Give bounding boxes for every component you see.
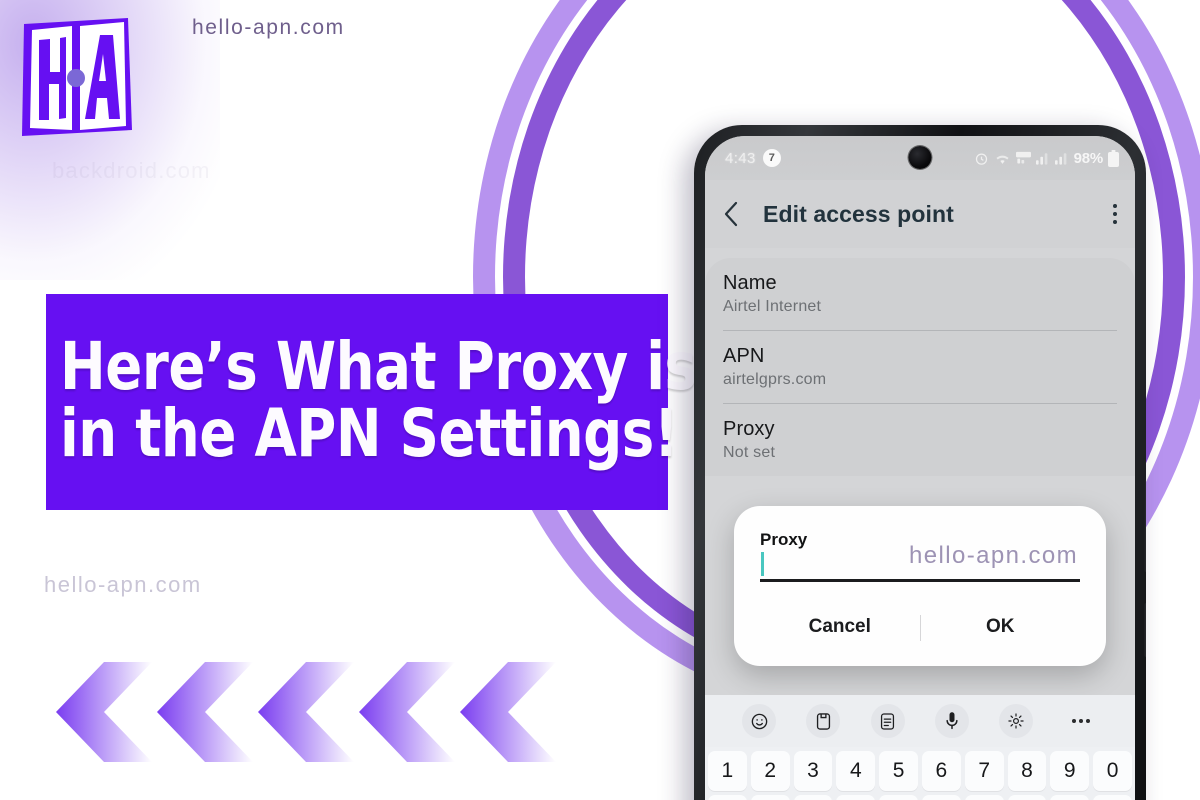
key-blank[interactable]: [1050, 795, 1090, 800]
phone-volume-button[interactable]: [1144, 480, 1146, 572]
row-label: Proxy: [723, 418, 775, 440]
phone-power-button[interactable]: [1144, 603, 1146, 657]
page-title: Edit access point: [763, 200, 954, 227]
signal-icon: [1035, 152, 1050, 165]
front-camera: [908, 146, 932, 169]
microphone-icon[interactable]: [920, 704, 984, 738]
row-value: Not set: [723, 444, 776, 461]
ok-button[interactable]: OK: [921, 602, 1081, 654]
status-bar: 4:43 7 98%: [705, 136, 1135, 180]
settings-list: Name Airtel Internet APN airtelgprs.com …: [705, 258, 1135, 476]
key-blank[interactable]: [750, 795, 790, 800]
key-blank[interactable]: [793, 795, 833, 800]
key-2[interactable]: 2: [750, 751, 790, 791]
key-blank[interactable]: [1093, 795, 1132, 800]
chevron-left-icon: [149, 658, 261, 766]
on-screen-keyboard: 1 2 3 4 5 6 7 8 9 0: [705, 695, 1135, 800]
brand-logo: [20, 18, 132, 136]
key-blank[interactable]: [921, 795, 961, 800]
keyboard-second-row: [705, 791, 1135, 800]
phone-mockup: 4:43 7 98% Edit access point Name Airtel…: [694, 125, 1146, 800]
key-blank[interactable]: [708, 795, 747, 800]
proxy-field-group: Proxy hello-apn.com: [760, 530, 1080, 588]
battery-percent: 98%: [1073, 149, 1104, 167]
key-1[interactable]: 1: [708, 751, 747, 791]
phone-screen: 4:43 7 98% Edit access point Name Airtel…: [705, 136, 1135, 800]
signal-icon: [1054, 152, 1069, 165]
wifi-icon: [994, 152, 1011, 165]
alarm-icon: [974, 151, 989, 166]
poster-canvas: hello-apn.com backdroid.com hello-apn.co…: [0, 0, 1200, 800]
key-5[interactable]: 5: [879, 751, 918, 791]
keyboard-toolbar: [705, 695, 1135, 747]
dialog-label: Proxy: [760, 530, 808, 549]
clipboard-icon[interactable]: [791, 704, 855, 738]
headline-banner: Here’s What Proxy is in the APN Settings…: [46, 294, 697, 510]
key-9[interactable]: 9: [1050, 751, 1090, 791]
keyboard-number-row: 1 2 3 4 5 6 7 8 9 0: [705, 747, 1135, 791]
chevron-left-icon: [250, 658, 362, 766]
chevron-left-icon: [48, 658, 160, 766]
chevron-left-icon: [351, 658, 463, 766]
key-7[interactable]: 7: [964, 751, 1004, 791]
volte-icon: [1015, 151, 1031, 165]
key-blank[interactable]: [879, 795, 918, 800]
chevron-decoration-group: [48, 658, 568, 768]
text-edit-icon[interactable]: [856, 704, 920, 738]
headline-line-2: in the APN Settings!: [60, 395, 679, 472]
overflow-menu-icon[interactable]: [1113, 204, 1117, 224]
notification-count-badge: 7: [762, 149, 781, 167]
backdroid-watermark: backdroid.com: [52, 158, 211, 183]
text-caret: [761, 552, 764, 576]
row-value: airtelgprs.com: [723, 371, 827, 388]
key-0[interactable]: 0: [1093, 751, 1132, 791]
bottom-url-watermark: hello-apn.com: [44, 572, 202, 597]
status-icons: 98%: [974, 149, 1119, 167]
app-bar: Edit access point: [705, 180, 1135, 248]
status-time: 4:43: [725, 149, 756, 167]
settings-row-name[interactable]: Name Airtel Internet: [723, 258, 1117, 331]
settings-row-apn[interactable]: APN airtelgprs.com: [723, 331, 1117, 404]
key-blank[interactable]: [964, 795, 1004, 800]
key-6[interactable]: 6: [921, 751, 961, 791]
battery-icon: [1108, 149, 1119, 167]
key-4[interactable]: 4: [836, 751, 876, 791]
chevron-left-icon: [452, 658, 564, 766]
row-value: Airtel Internet: [723, 298, 822, 315]
key-blank[interactable]: [836, 795, 876, 800]
proxy-edit-dialog: Proxy hello-apn.com Cancel OK: [734, 506, 1106, 666]
chevron-left-icon[interactable]: [723, 200, 753, 228]
settings-row-proxy[interactable]: Proxy Not set: [723, 404, 1117, 476]
key-blank[interactable]: [1007, 795, 1047, 800]
row-label: APN: [723, 345, 765, 367]
proxy-input[interactable]: hello-apn.com: [760, 542, 1080, 582]
headline-line-1: Here’s What Proxy is: [60, 327, 697, 405]
top-url-text: hello-apn.com: [192, 16, 345, 39]
cancel-button[interactable]: Cancel: [760, 602, 920, 654]
more-icon[interactable]: [1049, 704, 1113, 738]
key-8[interactable]: 8: [1007, 751, 1047, 791]
emoji-icon[interactable]: [727, 704, 791, 738]
dialog-actions: Cancel OK: [760, 602, 1080, 654]
gear-icon[interactable]: [984, 704, 1048, 738]
key-3[interactable]: 3: [793, 751, 833, 791]
row-label: Name: [723, 272, 777, 294]
